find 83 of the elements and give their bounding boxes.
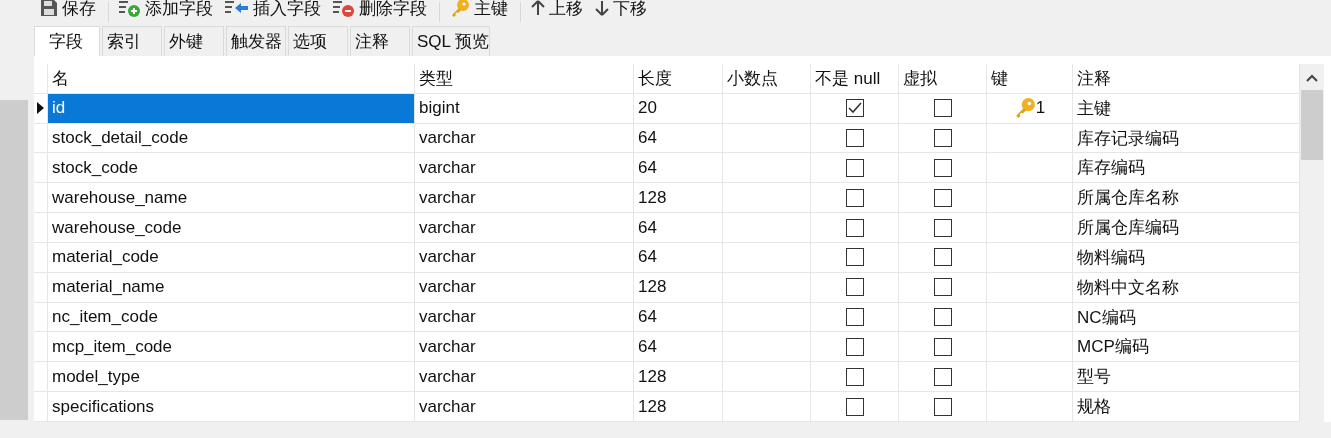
key-icon	[450, 0, 470, 18]
table-cell[interactable]: varchar	[415, 362, 634, 392]
checkbox[interactable]	[933, 248, 952, 267]
checkbox[interactable]	[933, 367, 952, 386]
table-cell[interactable]: varchar	[415, 183, 634, 213]
scrollbar-thumb[interactable]	[1301, 90, 1323, 160]
table-cell[interactable]: 128	[634, 362, 723, 392]
checkbox[interactable]	[933, 129, 952, 148]
checkbox[interactable]	[933, 158, 952, 177]
tab[interactable]: 外键	[164, 26, 224, 56]
column-header[interactable]: 名	[52, 66, 69, 90]
checkbox[interactable]	[845, 308, 864, 327]
toolbar-button[interactable]: 上移	[527, 0, 589, 22]
arrow-up-icon	[531, 0, 545, 16]
checkbox[interactable]	[933, 337, 952, 356]
table-cell[interactable]: material_code	[48, 242, 415, 272]
checkbox[interactable]	[845, 158, 864, 177]
table-cell[interactable]: 64	[634, 302, 723, 332]
table-cell[interactable]: 64	[634, 123, 723, 153]
table-cell[interactable]: 128	[634, 183, 723, 213]
table-cell[interactable]: varchar	[415, 242, 634, 272]
column-header[interactable]: 长度	[638, 66, 672, 90]
table-cell[interactable]: varchar	[415, 272, 634, 302]
checkbox[interactable]	[845, 99, 864, 118]
column-header[interactable]: 虚拟	[903, 66, 937, 90]
checkbox[interactable]	[933, 308, 952, 327]
key-order: 1	[1035, 98, 1046, 119]
table-cell[interactable]: varchar	[415, 392, 634, 421]
tab[interactable]: 字段	[34, 26, 100, 56]
toolbar-button[interactable]: 保存	[36, 0, 102, 22]
checkbox[interactable]	[845, 367, 864, 386]
checkbox[interactable]	[845, 129, 864, 148]
checkbox[interactable]	[933, 99, 952, 118]
table-cell[interactable]: nc_item_code	[48, 302, 415, 332]
table-cell[interactable]: warehouse_code	[48, 213, 415, 242]
arrow-down-icon	[595, 0, 609, 16]
column-header[interactable]: 注释	[1077, 66, 1111, 90]
tab[interactable]: 触发器	[226, 26, 286, 56]
scrollbar-thumb[interactable]	[0, 100, 28, 420]
toolbar-button[interactable]: 下移	[591, 0, 653, 22]
table-cell[interactable]: 64	[634, 153, 723, 183]
checkbox[interactable]	[933, 397, 952, 416]
table-cell[interactable]: varchar	[415, 213, 634, 242]
table-cell[interactable]: varchar	[415, 153, 634, 183]
table-cell[interactable]: material_name	[48, 272, 415, 302]
table-cell[interactable]: mcp_item_code	[48, 332, 415, 362]
remove-list-icon	[333, 0, 355, 17]
tab[interactable]: 索引	[102, 26, 162, 56]
add-list-icon	[119, 0, 141, 17]
table-cell[interactable]: warehouse_name	[48, 183, 415, 213]
column-header[interactable]: 小数点	[727, 66, 778, 90]
table-cell[interactable]: 64	[634, 332, 723, 362]
checkbox[interactable]	[845, 278, 864, 297]
table-cell[interactable]: varchar	[415, 123, 634, 153]
checkbox[interactable]	[845, 248, 864, 267]
table-cell[interactable]: specifications	[48, 392, 415, 421]
table-cell[interactable]: 20	[634, 93, 723, 123]
checkbox[interactable]	[845, 397, 864, 416]
tab[interactable]: SQL 预览	[412, 26, 491, 56]
tab[interactable]: 选项	[288, 26, 348, 56]
table-cell[interactable]: 64	[634, 242, 723, 272]
checkbox[interactable]	[933, 278, 952, 297]
table-cell[interactable]: id	[48, 93, 415, 123]
table-cell[interactable]: 128	[634, 392, 723, 421]
column-header[interactable]: 类型	[419, 66, 453, 90]
checkbox[interactable]	[845, 337, 864, 356]
tab[interactable]: 注释	[350, 26, 410, 56]
checkbox[interactable]	[933, 218, 952, 237]
checkbox[interactable]	[845, 218, 864, 237]
table-cell[interactable]: model_type	[48, 362, 415, 392]
row-pointer-icon	[37, 102, 44, 115]
column-header[interactable]: 不是 null	[815, 66, 881, 90]
table-cell[interactable]: stock_detail_code	[48, 123, 415, 153]
table-cell[interactable]: 128	[634, 272, 723, 302]
table-cell[interactable]: varchar	[415, 332, 634, 362]
table-cell[interactable]: varchar	[415, 302, 634, 332]
table-cell[interactable]: 64	[634, 213, 723, 242]
table-cell[interactable]: stock_code	[48, 153, 415, 183]
checkbox[interactable]	[845, 188, 864, 207]
checkbox[interactable]	[933, 188, 952, 207]
key-icon	[1013, 97, 1036, 120]
column-header[interactable]: 键	[991, 66, 1008, 90]
table-cell[interactable]: bigint	[415, 93, 634, 123]
